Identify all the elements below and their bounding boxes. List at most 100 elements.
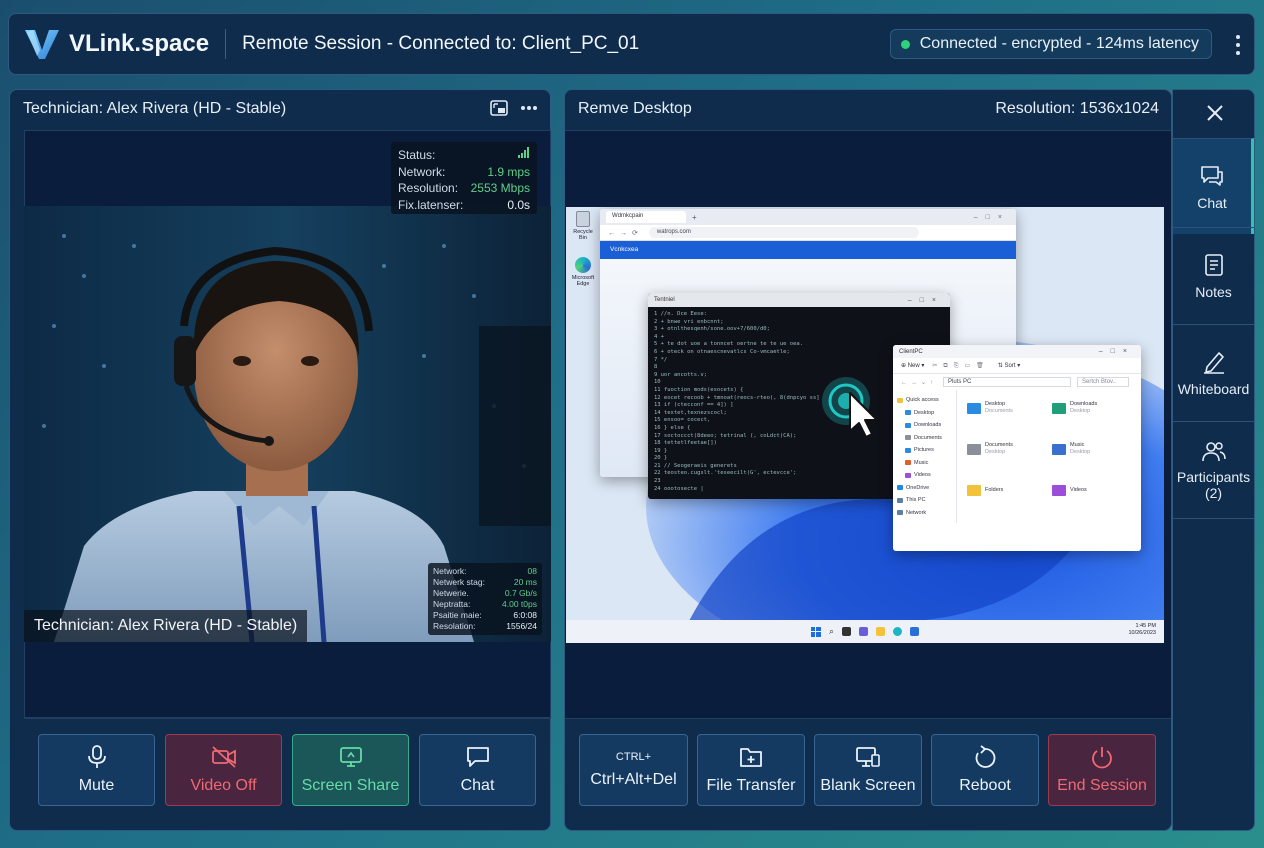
reboot-button[interactable]: Reboot [931, 734, 1039, 806]
sidebar-item-label: Notes [1195, 283, 1232, 300]
remote-desktop-screen[interactable]: Recycle Bin Microsoft Edge Wdmkcpain + –… [566, 207, 1164, 643]
sidebar-item-notes[interactable]: Notes [1173, 227, 1254, 323]
browser-tab[interactable]: Wdmkcpain [606, 211, 686, 223]
screen-share-button[interactable]: Screen Share [292, 734, 409, 806]
folder-icon [897, 397, 903, 403]
folder-icon [905, 410, 911, 416]
recycle-bin-shortcut[interactable]: Recycle Bin [570, 211, 596, 241]
nav-pane-item[interactable]: OneDrive [897, 482, 952, 495]
folder-name: Desktop [985, 401, 1006, 407]
folder-item[interactable]: Folders [967, 480, 1046, 500]
video-off-button[interactable]: Video Off [165, 734, 282, 806]
explorer-path[interactable]: Pluts PC [943, 377, 1072, 387]
edge-icon[interactable] [893, 627, 903, 636]
nav-pane-label: Desktop [914, 409, 935, 416]
file-transfer-button[interactable]: File Transfer [697, 734, 805, 806]
folder-item[interactable]: Desktop Documents [967, 398, 1046, 418]
chat-app-icon[interactable] [859, 627, 869, 636]
folder-icon [967, 484, 981, 496]
edge-icon [575, 257, 591, 273]
task-view-icon[interactable] [842, 627, 852, 636]
nav-pane-item[interactable]: This PC [897, 494, 952, 507]
stat-label: Fix.latenser: [398, 197, 464, 212]
folder-subtitle: Documents [985, 408, 1013, 414]
folder-text: Folders [985, 487, 1003, 494]
nav-pane-label: Pictures [914, 447, 934, 453]
sidebar-item-whiteboard[interactable]: Whiteboard [1173, 324, 1254, 420]
sidebar-item-participants[interactable]: Participants (2) [1173, 421, 1254, 518]
nav-pane-item[interactable]: Downloads [897, 419, 952, 432]
chat-icon [466, 747, 489, 767]
desktop-icon-label: Recycle Bin [573, 229, 593, 241]
nav-pane-item[interactable]: Videos [897, 469, 952, 482]
sidebar-item-chat[interactable]: Chat [1173, 138, 1254, 234]
folder-icon [897, 497, 903, 503]
new-tab-icon[interactable]: + [692, 213, 697, 222]
window-controls[interactable]: –□× [908, 297, 950, 304]
close-icon[interactable] [1204, 102, 1226, 124]
new-button[interactable]: ⊕ New ▾ [901, 362, 924, 369]
notes-icon [1204, 253, 1223, 276]
stat-label: Resolution: [398, 181, 459, 195]
end-session-button[interactable]: End Session [1048, 734, 1156, 806]
nav-pane-item[interactable]: Documents [897, 432, 952, 445]
folder-item[interactable]: Music Desktop [1052, 439, 1131, 459]
terminal-line: 1 //n. Dce Eese: [654, 311, 707, 317]
stat-label: Psaitie maie: [433, 610, 482, 620]
mute-button[interactable]: Mute [38, 734, 155, 806]
nav-pane-item[interactable]: Network [897, 507, 952, 520]
sort-button[interactable]: ⇅ Sort ▾ [998, 362, 1020, 369]
folder-icon [1052, 443, 1066, 455]
nav-pane-label: Videos [914, 472, 931, 478]
picture-in-picture-icon[interactable] [490, 100, 508, 116]
window-controls[interactable]: –□× [974, 214, 1016, 221]
folder-text: Documents Desktop [985, 442, 1013, 456]
video-off-label: Video Off [190, 777, 257, 794]
blank-screen-label: Blank Screen [820, 777, 916, 794]
nav-pane-item[interactable]: Quick access [897, 394, 952, 407]
folder-item[interactable]: Documents Desktop [967, 439, 1046, 459]
blank-screen-icon [856, 747, 880, 767]
blank-screen-button[interactable]: Blank Screen [814, 734, 922, 806]
nav-pane-label: Music [914, 459, 929, 466]
file-explorer-window[interactable]: ClientPC –□× ⊕ New ▾ ✂⧉⎘▭🗑 ⇅ Sort ▾ ←→⌄↑… [893, 345, 1141, 551]
more-vertical-icon[interactable] [1236, 35, 1240, 55]
edge-shortcut[interactable]: Microsoft Edge [570, 257, 596, 287]
ctrl-alt-del-button[interactable]: CTRL+ Ctrl+Alt+Del [579, 734, 688, 806]
session-title: Remote Session - Connected to: Client_PC… [242, 33, 640, 54]
taskbar-clock[interactable]: 1:45 PM 10/26/2023 [1128, 623, 1156, 637]
remote-desktop-viewport: Recycle Bin Microsoft Edge Wdmkcpain + –… [565, 130, 1171, 718]
reboot-icon [975, 745, 996, 768]
taskbar: ⌕ 1:45 PM 10/26/2023 [566, 620, 1164, 643]
folder-item[interactable]: Downloads Desktop [1052, 398, 1131, 418]
more-horizontal-icon[interactable] [520, 105, 538, 111]
folder-name: Music [1070, 442, 1085, 448]
address-bar[interactable]: watrops.com [648, 227, 919, 238]
chat-button[interactable]: Chat [419, 734, 536, 806]
window-controls[interactable]: –□× [1099, 348, 1141, 355]
explorer-search[interactable]: Sertch Btov.. [1077, 377, 1130, 387]
nav-arrows-icon[interactable]: ←→⌄↑ [901, 379, 937, 386]
folder-item[interactable]: Videos [1052, 480, 1131, 500]
search-icon[interactable]: ⌕ [829, 626, 834, 637]
folder-name: Downloads [1070, 401, 1098, 407]
sidebar-item-label: Whiteboard [1177, 380, 1250, 397]
folder-icon [897, 510, 903, 516]
folder-subtitle: Desktop [1070, 449, 1091, 455]
nav-pane-item[interactable]: Pictures [897, 444, 952, 457]
nav-arrows-icon[interactable]: ←→⟳ [608, 229, 643, 237]
start-icon[interactable] [810, 626, 821, 637]
command-icons[interactable]: ✂⧉⎘▭🗑 [932, 362, 989, 370]
nav-pane-label: OneDrive [906, 484, 930, 491]
nav-pane-item[interactable]: Desktop [897, 407, 952, 420]
mute-label: Mute [78, 777, 115, 794]
cursor-highlight-icon [822, 377, 878, 438]
nav-pane-label: Downloads [914, 422, 942, 428]
nav-pane-label: Network [906, 509, 927, 516]
file-explorer-icon[interactable] [876, 627, 886, 636]
stat-label: Netwerk stag: [433, 577, 485, 587]
nav-pane-item[interactable]: Music [897, 457, 952, 470]
folder-text: Desktop Documents [985, 401, 1013, 415]
folder-icon [905, 460, 911, 466]
store-icon[interactable] [910, 627, 920, 636]
